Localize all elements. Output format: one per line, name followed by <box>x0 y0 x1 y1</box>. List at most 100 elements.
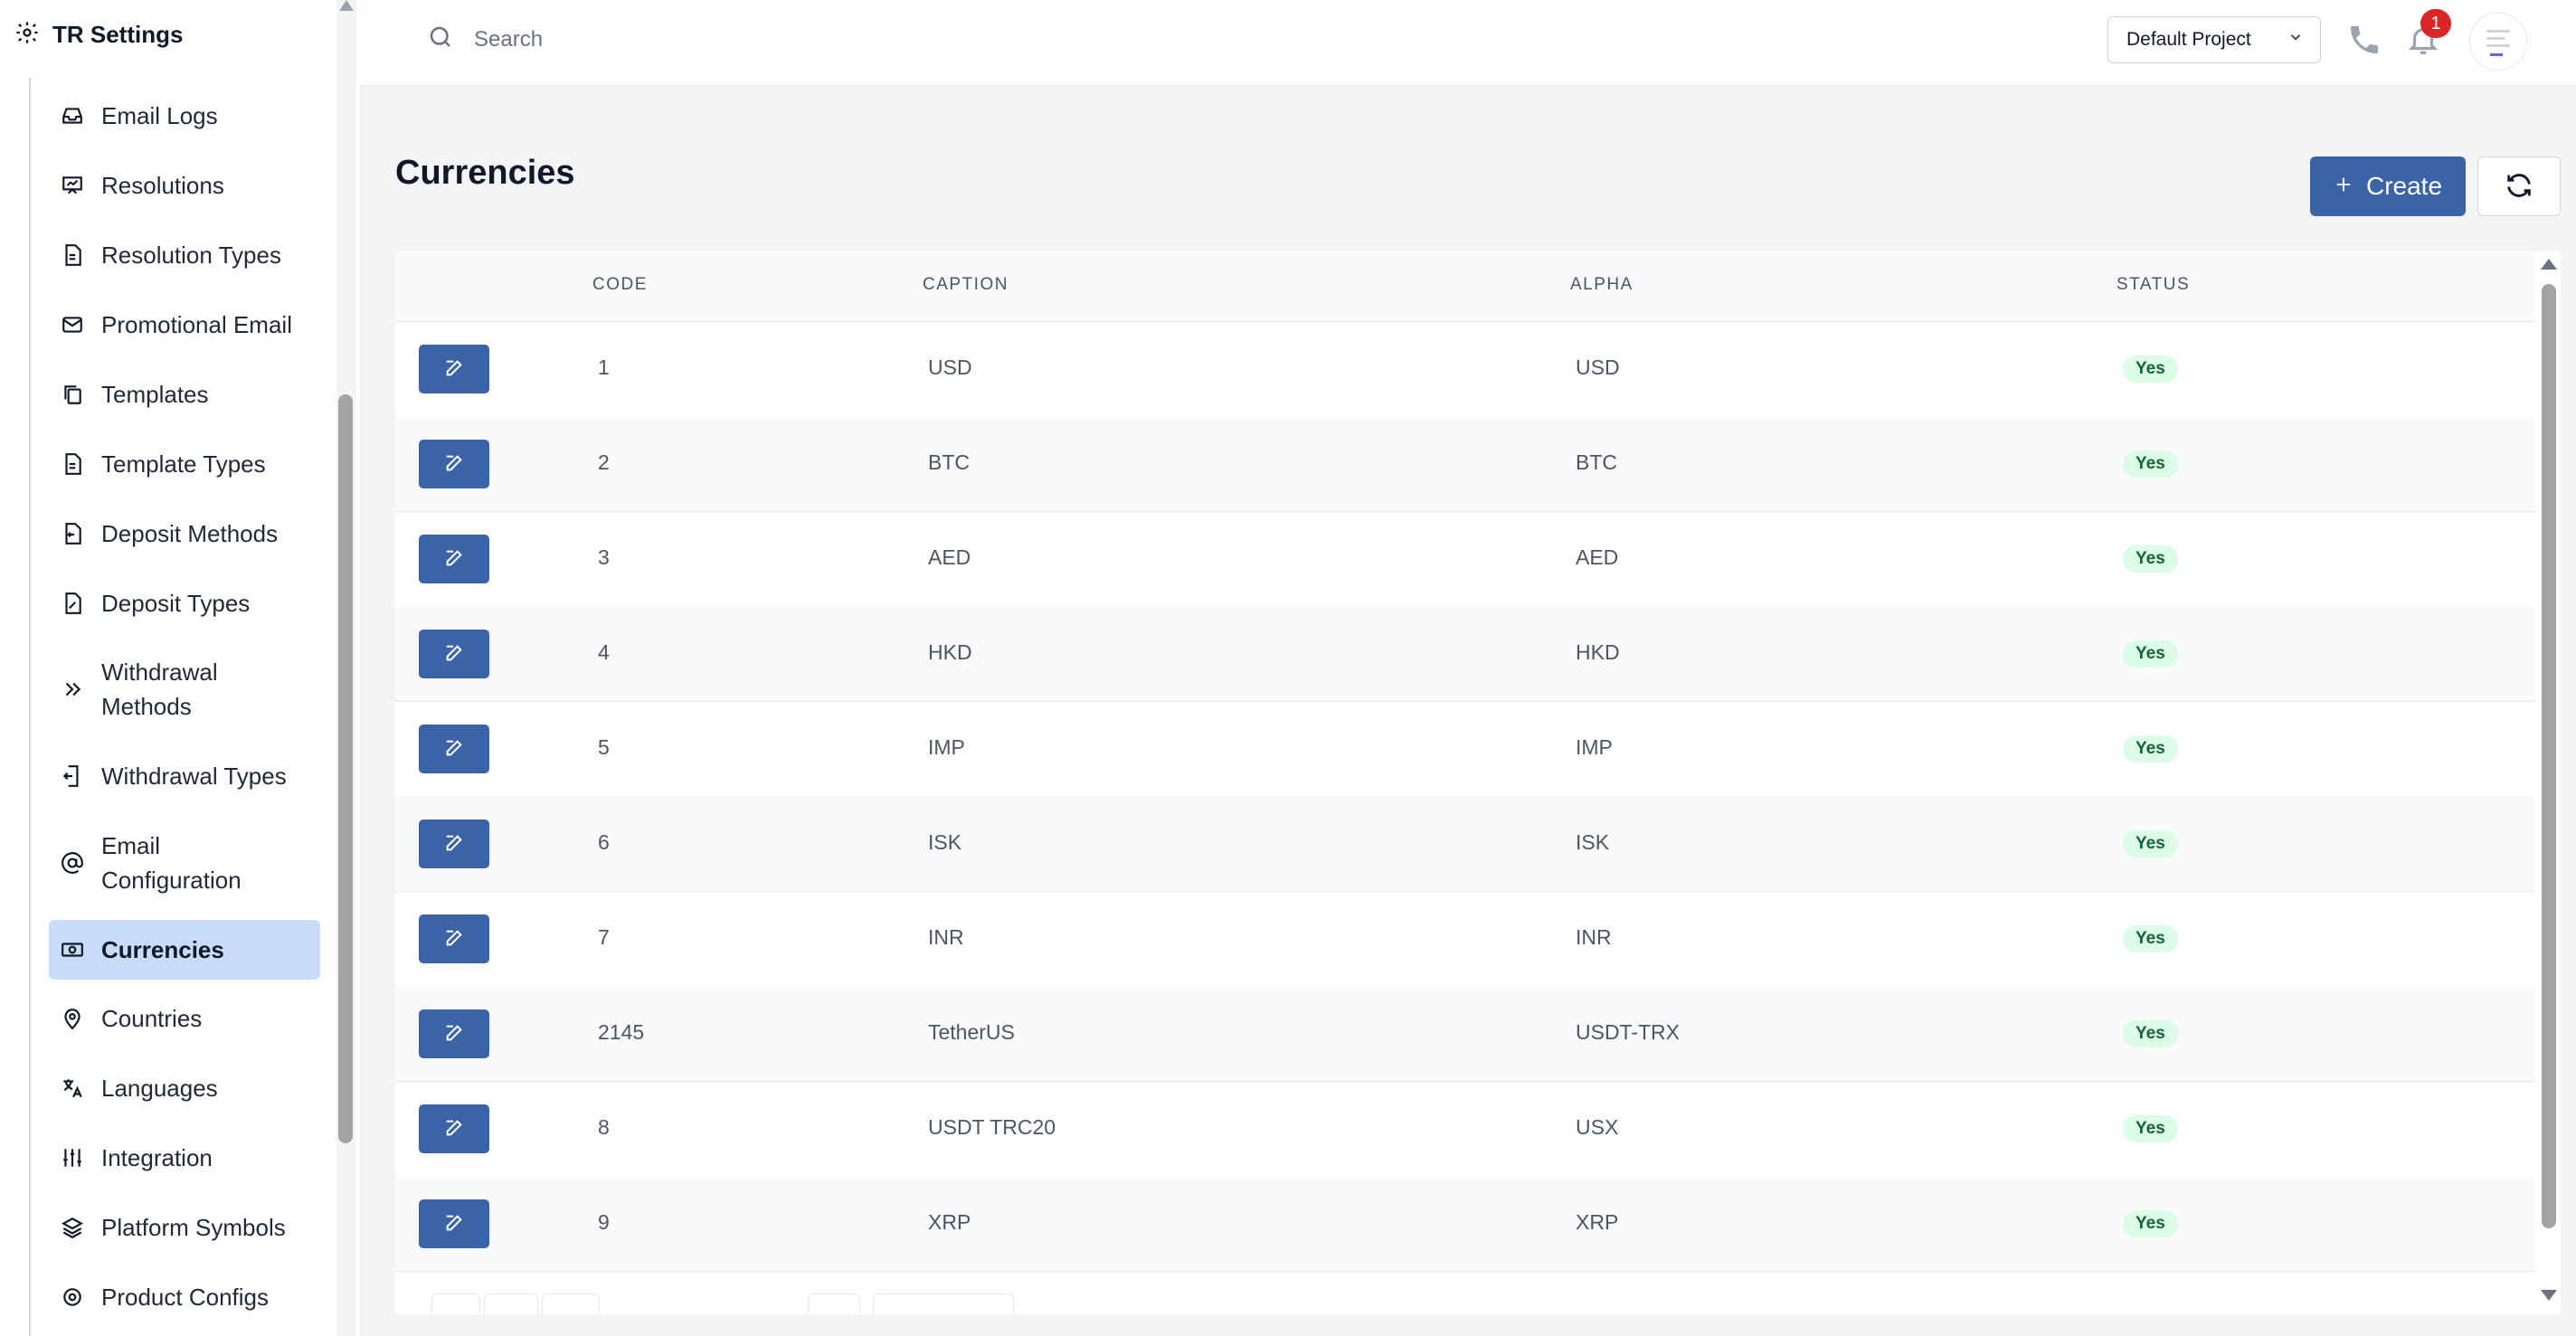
sidebar-item-email-logs[interactable]: Email Logs <box>49 98 320 134</box>
pagination-next-button[interactable] <box>542 1293 600 1314</box>
edit-button[interactable] <box>419 725 489 773</box>
project-select-value: Default Project <box>2126 29 2251 50</box>
sidebar-item-withdrawal-types[interactable]: Withdrawal Types <box>49 758 320 794</box>
status-badge: Yes <box>2123 1210 2178 1237</box>
sidebar-item-integration[interactable]: Integration <box>49 1140 320 1176</box>
edit-icon <box>444 1118 464 1141</box>
cell-caption: USD <box>928 355 972 379</box>
gear-icon <box>60 1284 85 1310</box>
cell-alpha: USX <box>1576 1115 1619 1139</box>
search-icon <box>427 24 454 55</box>
column-header-code: CODE <box>592 275 648 294</box>
cell-caption: INR <box>928 925 964 949</box>
copy-icon <box>60 382 85 407</box>
sidebar-item-withdrawal-methods[interactable]: Withdrawal Methods <box>49 653 320 725</box>
sidebar-item-deposit-types[interactable]: Deposit Types <box>49 585 320 621</box>
status-badge: Yes <box>2123 355 2178 383</box>
edit-icon <box>444 928 464 951</box>
cell-caption: ISK <box>928 830 962 854</box>
cell-caption: BTC <box>928 450 970 474</box>
edit-button[interactable] <box>419 914 489 963</box>
cell-code: 9 <box>598 1210 610 1234</box>
cell-caption: AED <box>928 545 971 569</box>
cell-alpha: INR <box>1576 925 1612 949</box>
create-button[interactable]: Create <box>2310 156 2466 216</box>
pagination-prev-button[interactable] <box>484 1293 538 1314</box>
edit-icon <box>444 358 464 381</box>
page-size-select[interactable] <box>873 1293 1014 1314</box>
presentation-icon <box>60 173 85 198</box>
document-icon <box>60 451 85 477</box>
sidebar-item-product-configs[interactable]: Product Configs <box>49 1279 320 1315</box>
sidebar-item-currencies[interactable]: Currencies <box>49 920 320 980</box>
notification-badge: 1 <box>2420 9 2451 38</box>
sidebar-scrollbar[interactable] <box>336 0 356 1336</box>
sidebar-item-languages[interactable]: Languages <box>49 1070 320 1106</box>
refresh-button[interactable] <box>2477 156 2561 216</box>
mail-icon <box>60 312 85 337</box>
pagination-first-button[interactable] <box>431 1293 480 1314</box>
map-pin-icon <box>60 1006 85 1031</box>
translate-icon <box>60 1075 85 1101</box>
edit-button[interactable] <box>419 1009 489 1058</box>
status-badge: Yes <box>2123 1115 2178 1142</box>
edit-icon <box>444 1023 464 1046</box>
cell-code: 4 <box>598 640 610 664</box>
cell-caption: USDT TRC20 <box>928 1115 1056 1139</box>
edit-icon <box>444 453 464 476</box>
project-select[interactable]: Default Project <box>2107 16 2321 63</box>
edit-button[interactable] <box>419 820 489 868</box>
table-row: 2145 TetherUS USDT-TRX Yes <box>395 986 2535 1082</box>
edit-button[interactable] <box>419 630 489 678</box>
edit-button[interactable] <box>419 1104 489 1153</box>
sliders-icon <box>60 1145 85 1170</box>
sidebar-title: TR Settings <box>52 20 184 48</box>
table-row: 9 XRP XRP Yes <box>395 1176 2535 1272</box>
edit-button[interactable] <box>419 1199 489 1248</box>
table-row: 5 IMP IMP Yes <box>395 701 2535 797</box>
sidebar-item-resolution-types[interactable]: Resolution Types <box>49 237 320 273</box>
sidebar-item-platform-symbols[interactable]: Platform Symbols <box>49 1209 320 1246</box>
sidebar-item-countries[interactable]: Countries <box>49 1000 320 1037</box>
sidebar-item-deposit-methods[interactable]: Deposit Methods <box>49 516 320 552</box>
status-badge: Yes <box>2123 640 2178 668</box>
sidebar-item-templates[interactable]: Templates <box>49 376 320 412</box>
edit-icon <box>444 738 464 761</box>
layers-icon <box>60 1215 85 1240</box>
search-input[interactable] <box>472 25 838 53</box>
avatar[interactable] <box>2469 13 2527 71</box>
search-box[interactable] <box>427 24 838 55</box>
edit-icon <box>444 643 464 666</box>
edit-button[interactable] <box>419 440 489 488</box>
cell-code: 7 <box>598 925 610 949</box>
table-scroll-thumb[interactable] <box>2542 284 2556 1228</box>
pagination-page-button[interactable] <box>808 1293 860 1314</box>
status-badge: Yes <box>2123 1020 2178 1047</box>
table-scrollbar[interactable] <box>2535 251 2561 1314</box>
double-chevron-right-icon <box>60 677 85 702</box>
sidebar: TR Settings Email Logs Resolutions Resol… <box>0 0 361 1336</box>
phone-icon[interactable] <box>2346 22 2382 62</box>
edit-button[interactable] <box>419 535 489 583</box>
edit-icon <box>444 548 464 571</box>
status-badge: Yes <box>2123 545 2178 573</box>
sidebar-item-resolutions[interactable]: Resolutions <box>49 167 320 204</box>
file-export-icon <box>60 763 85 789</box>
sidebar-item-email-configuration[interactable]: Email Configuration <box>49 827 320 899</box>
scroll-up-arrow[interactable] <box>2541 259 2557 270</box>
column-header-status: STATUS <box>2117 275 2191 294</box>
edit-button[interactable] <box>419 345 489 393</box>
sidebar-item-promotional-email[interactable]: Promotional Email <box>49 307 320 343</box>
scroll-up-arrow[interactable] <box>339 0 354 11</box>
table-row: 3 AED AED Yes <box>395 511 2535 607</box>
sidebar-scroll-thumb[interactable] <box>338 394 353 1143</box>
topbar: Default Project 1 <box>360 0 2576 86</box>
create-button-label: Create <box>2365 172 2443 200</box>
cell-code: 5 <box>598 735 610 759</box>
scroll-down-arrow[interactable] <box>2541 1290 2557 1301</box>
edit-icon <box>444 1213 464 1236</box>
table-row: 6 ISK ISK Yes <box>395 796 2535 892</box>
table-row: 4 HKD HKD Yes <box>395 606 2535 702</box>
sidebar-item-template-types[interactable]: Template Types <box>49 446 320 482</box>
cell-alpha: BTC <box>1576 450 1617 474</box>
